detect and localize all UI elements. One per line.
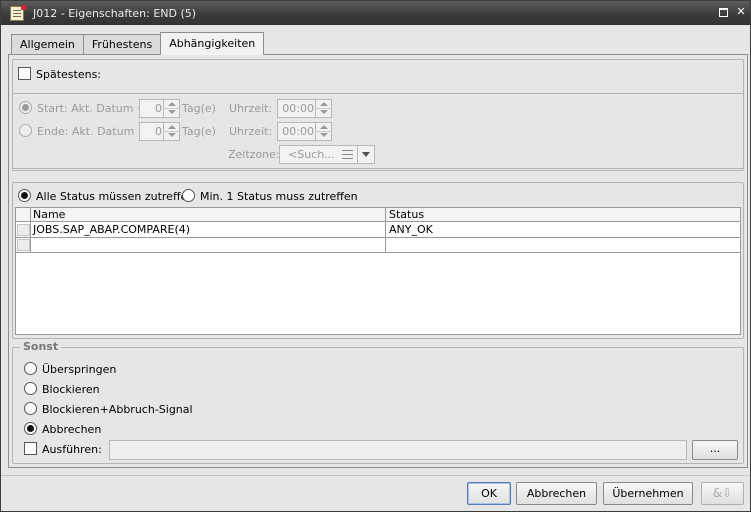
tab-fruehestens[interactable]: Frühestens [82,34,162,55]
tab-allgemein[interactable]: Allgemein [11,34,84,55]
variables-button[interactable]: &⇩ [701,482,744,505]
property-sheet-icon [10,4,26,21]
end-days-unit: Tag(e) [182,125,216,138]
table-row-status[interactable]: ANY_OK [386,223,736,237]
end-time-stepper[interactable]: 00:00 [277,122,332,141]
execute-checkbox[interactable] [24,442,37,455]
status-min-one-radio[interactable] [182,189,195,202]
table-row-name[interactable]: JOBS.SAP_ABAP.COMPARE(4) [30,223,385,237]
close-icon[interactable]: ✕ [735,6,747,18]
end-days-stepper[interactable]: 0 [139,122,180,141]
browse-button[interactable]: ... [692,440,738,460]
row-selector[interactable] [17,239,30,251]
latest-label: Spätestens: [36,68,102,81]
apply-button[interactable]: Übernehmen [603,482,693,505]
column-header-name[interactable]: Name [30,208,385,222]
restore-icon[interactable] [717,6,729,18]
chevron-down-icon[interactable] [357,146,374,163]
end-radio[interactable] [19,124,32,137]
start-radio[interactable] [19,101,32,114]
title-bar[interactable]: J012 - Eigenschaften: END (5) ✕ [1,1,750,25]
block-label: Blockieren [42,383,100,396]
execute-input[interactable] [109,440,687,460]
tab-abhaengigkeiten[interactable]: Abhängigkeiten [160,32,265,55]
status-all-label: Alle Status müssen zutreffen [36,190,195,203]
properties-window: J012 - Eigenschaften: END (5) ✕ Allgemei… [0,0,751,512]
variables-icon: &⇩ [712,486,733,500]
ok-button[interactable]: OK [467,482,511,505]
status-group: Alle Status müssen zutreffen Min. 1 Stat… [12,182,744,339]
tab-bar: Allgemein Frühestens Abhängigkeiten [11,32,265,55]
block-abort-radio[interactable] [24,402,37,415]
abort-radio[interactable] [24,422,37,435]
block-abort-label: Blockieren+Abbruch-Signal [42,403,193,416]
timezone-label: Zeitzone: [228,148,280,161]
list-icon [342,150,353,159]
row-selector[interactable] [17,224,30,236]
end-time-label: Uhrzeit: [229,125,273,138]
start-days-stepper[interactable]: 0 [139,99,180,118]
cancel-button[interactable]: Abbrechen [516,482,597,505]
sonst-legend: Sonst [20,341,62,353]
start-time-stepper[interactable]: 00:00 [277,99,332,118]
footer-separator [1,475,750,476]
start-days-unit: Tag(e) [182,102,216,115]
column-header-status[interactable]: Status [386,208,736,222]
status-all-radio[interactable] [18,189,31,202]
end-label: Ende: Akt. Datum + [37,125,147,138]
timezone-select[interactable]: <Such... [279,145,375,164]
tab-panel: Spätestens: Start: Akt. Datum + 0 Tag(e)… [8,54,748,468]
status-min-one-label: Min. 1 Status muss zutreffen [200,190,358,203]
execute-label: Ausführen: [42,443,102,456]
window-title: J012 - Eigenschaften: END (5) [33,6,197,20]
skip-radio[interactable] [24,362,37,375]
start-time-label: Uhrzeit: [229,102,273,115]
block-radio[interactable] [24,382,37,395]
latest-group: Spätestens: Start: Akt. Datum + 0 Tag(e)… [12,59,744,171]
dependency-table[interactable]: Name Status JOBS.SAP_ABAP.COMPARE(4) ANY… [15,207,741,335]
start-label: Start: Akt. Datum + [37,102,147,115]
skip-label: Überspringen [42,363,117,376]
latest-checkbox[interactable] [18,67,31,80]
abort-label: Abbrechen [42,423,102,436]
sonst-group: Sonst Überspringen Blockieren Blockieren… [12,341,744,464]
